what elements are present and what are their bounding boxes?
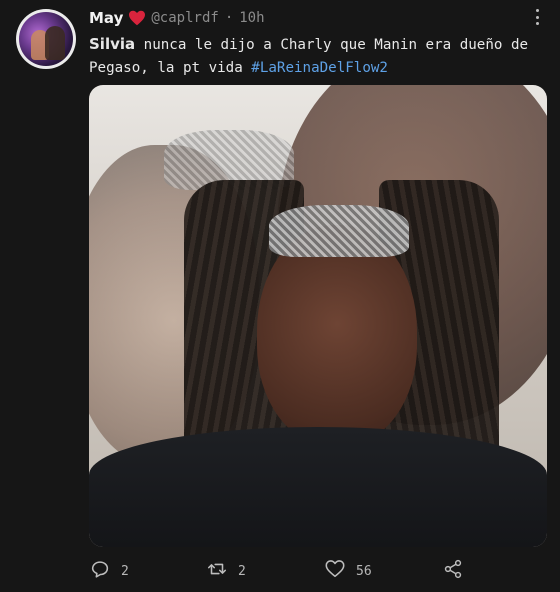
more-dot (535, 22, 539, 25)
author-name[interactable]: May (89, 9, 123, 27)
avatar-figure-right (45, 26, 65, 60)
more-vertical-icon[interactable] (530, 8, 544, 26)
media-face (257, 225, 417, 445)
hashtag-link[interactable]: #LaReinaDelFlow2 (251, 60, 388, 76)
like-count: 56 (356, 563, 372, 579)
retweet-button[interactable]: 2 (206, 558, 246, 584)
avatar[interactable] (16, 9, 76, 69)
tweet-header: May @caplrdf · 10h (89, 8, 265, 28)
media-shirt (89, 427, 547, 547)
tweet-text-bold: Silvia (89, 35, 136, 53)
tweet-actions: 2 2 56 (89, 558, 489, 584)
media-bandana (269, 205, 409, 257)
avatar-image (19, 12, 73, 66)
more-dot (535, 9, 539, 12)
tweet-text-line2: Pegaso, la pt vida (89, 60, 252, 76)
tweet-timestamp[interactable]: 10h (239, 10, 264, 26)
retweet-count: 2 (238, 563, 246, 579)
tweet-media-image[interactable] (89, 85, 547, 547)
like-icon (324, 558, 346, 584)
reply-count: 2 (121, 563, 129, 579)
share-icon (442, 558, 464, 584)
reply-icon (89, 558, 111, 584)
reply-button[interactable]: 2 (89, 558, 129, 584)
tweet-text: Silvia nunca le dijo a Charly que Manin … (89, 33, 549, 80)
more-dot (535, 15, 539, 19)
separator-dot: · (224, 10, 234, 26)
heart-icon (128, 10, 146, 26)
retweet-icon (206, 558, 228, 584)
tweet-text-line1: nunca le dijo a Charly que Manin era due… (135, 37, 529, 53)
share-button[interactable] (442, 558, 464, 584)
like-button[interactable]: 56 (324, 558, 372, 584)
author-handle[interactable]: @caplrdf (151, 10, 218, 26)
